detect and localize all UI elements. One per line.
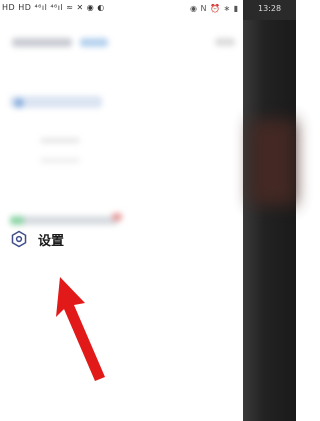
settings-menu-item[interactable]: 设置 — [10, 228, 210, 250]
status-left-indicators: HD HD ⁴⁶ıl ⁴⁶ıl ≈ ✕ ◉ ◐ — [2, 3, 105, 12]
status-right-indicators: ◉ N ⏰ ∗ ▮ — [190, 4, 239, 13]
gear-icon — [11, 230, 27, 248]
blurred-drawer-content — [0, 20, 243, 242]
pointer-arrow-annotation — [56, 277, 105, 381]
settings-label: 设置 — [38, 233, 65, 249]
navigation-drawer: 设置 — [0, 20, 243, 421]
scrim-overlay[interactable] — [243, 0, 296, 421]
status-time: 13:28 — [258, 4, 282, 13]
blurred-background-content — [250, 120, 296, 205]
